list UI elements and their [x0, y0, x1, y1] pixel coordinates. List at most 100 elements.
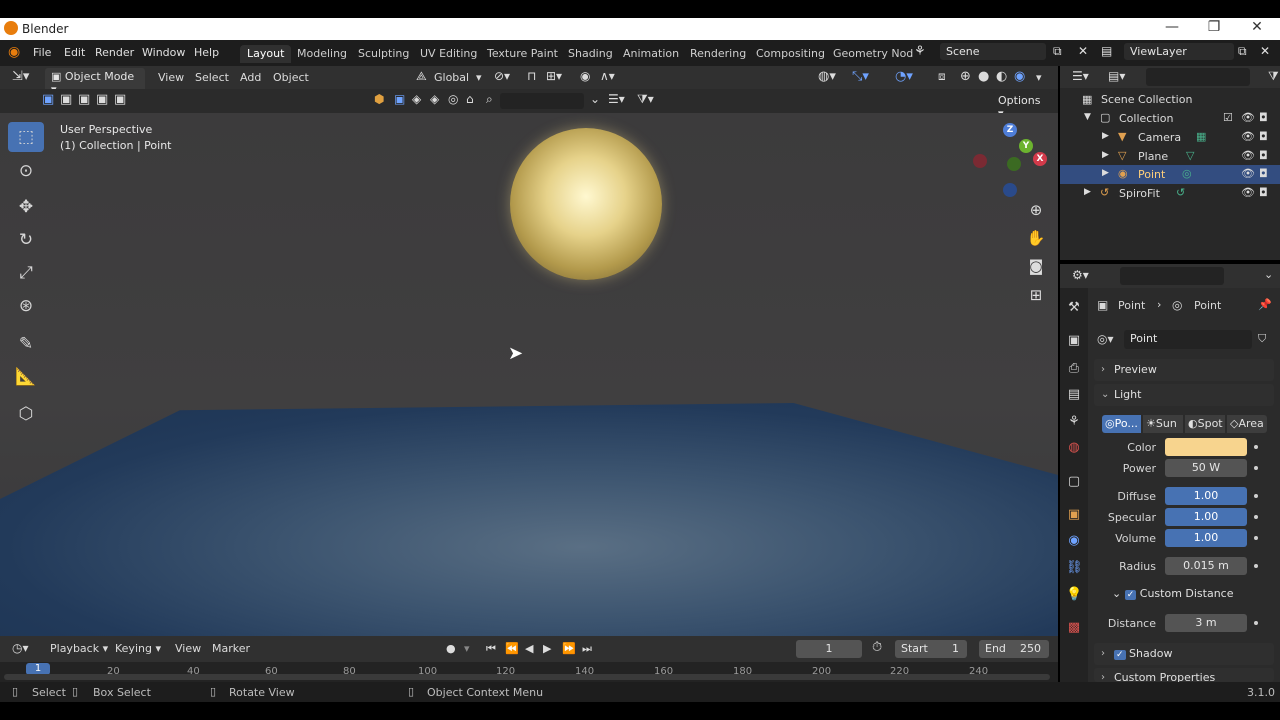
outliner-row-spirofit[interactable]: ▶ ↺ SpiroFit ↺ 👁 ◘ — [1060, 184, 1280, 203]
camera-view-icon[interactable]: ◙ — [1025, 257, 1047, 279]
tab-geometry-nodes[interactable]: Geometry Nod — [826, 45, 920, 63]
close-button[interactable]: ✕ — [1237, 19, 1277, 39]
timeline-editor-icon[interactable]: ◷▾ — [12, 641, 29, 655]
orientation-selector[interactable]: Global — [434, 71, 469, 84]
properties-menu-icon[interactable]: ⌄ — [1264, 268, 1273, 281]
filter-mesh-icon[interactable]: ◈ — [412, 92, 421, 106]
view-layer-selector[interactable]: ViewLayer — [1124, 43, 1234, 60]
object-tab-icon[interactable]: ▣ — [1066, 507, 1082, 523]
measure-tool-icon[interactable]: 📐 — [8, 362, 44, 392]
tab-rendering[interactable]: Rendering — [683, 45, 753, 63]
menu-help[interactable]: Help — [194, 46, 219, 59]
material-shading-icon[interactable]: ◐ — [996, 69, 1007, 84]
overlay-toggle-icon[interactable]: ◔▾ — [895, 69, 913, 84]
outliner-editor-icon[interactable]: ☰▾ — [1072, 69, 1089, 83]
menu-playback[interactable]: Playback ▾ — [50, 642, 108, 655]
rotate-tool-icon[interactable]: ↻ — [8, 225, 44, 255]
new-view-layer-icon[interactable]: ⧉ — [1238, 44, 1247, 59]
pivot-icon[interactable]: ⊘▾ — [494, 69, 510, 83]
tab-modeling[interactable]: Modeling — [290, 45, 354, 63]
funnel-icon[interactable]: ⧩▾ — [637, 92, 654, 107]
tab-compositing[interactable]: Compositing — [749, 45, 832, 63]
tab-texture-paint[interactable]: Texture Paint — [480, 45, 565, 63]
filter-world-icon[interactable]: ◎ — [448, 92, 458, 106]
gizmo-neg-y-icon[interactable] — [1007, 157, 1021, 171]
properties-editor-icon[interactable]: ⚙▾ — [1072, 268, 1089, 282]
prev-keyframe-icon[interactable]: ⏪ — [505, 642, 519, 655]
filter-other-icon[interactable]: ⌂ — [466, 92, 474, 106]
keyframe-dot[interactable] — [1254, 564, 1258, 568]
stopwatch-icon[interactable]: ⏱ — [872, 640, 882, 655]
select-intersect-icon[interactable]: ▣ — [114, 92, 126, 107]
distance-field[interactable]: 3 m — [1165, 614, 1247, 632]
sort-icon[interactable]: ☰▾ — [608, 92, 625, 106]
expand-chevron-icon[interactable]: ▶ — [1102, 131, 1109, 141]
outliner-row-plane[interactable]: ▶ ▽ Plane ▽ 👁 ◘ — [1060, 147, 1280, 166]
texture-tab-icon[interactable]: ▩ — [1066, 620, 1082, 636]
remove-view-layer-icon[interactable]: ✕ — [1260, 44, 1270, 58]
volume-slider[interactable]: 1.00 — [1165, 529, 1247, 547]
custom-properties-section[interactable]: › Custom Properties — [1094, 668, 1274, 682]
xray-icon[interactable]: ⧈ — [938, 69, 946, 84]
filter-selectable-icon[interactable]: ▣ — [394, 92, 405, 106]
render-camera-icon[interactable]: ◘ — [1259, 130, 1268, 143]
select-subtract-icon[interactable]: ▣ — [78, 92, 90, 107]
jump-start-icon[interactable]: ⏮ — [486, 642, 496, 656]
light-type-point-button[interactable]: ◎Po... — [1102, 415, 1141, 433]
minimize-button[interactable]: — — [1152, 19, 1192, 39]
properties-search-input[interactable] — [1120, 267, 1224, 285]
light-data-tab-icon[interactable]: 💡 — [1066, 587, 1082, 603]
datablock-type-icon[interactable]: ◎▾ — [1097, 332, 1114, 346]
scene-tab-icon[interactable]: ⚘ — [1066, 414, 1082, 430]
diffuse-slider[interactable]: 1.00 — [1165, 487, 1247, 505]
jump-end-icon[interactable]: ⏭ — [582, 642, 592, 656]
current-frame-field[interactable]: 1 — [796, 640, 862, 658]
scene-selector[interactable]: Scene — [940, 43, 1046, 60]
tab-shading[interactable]: Shading — [561, 45, 620, 63]
spirofit-sphere[interactable] — [510, 128, 662, 280]
display-mode-icon[interactable]: ▤▾ — [1108, 69, 1125, 83]
filter-light-icon[interactable]: ◈ — [430, 92, 439, 106]
tool-tab-icon[interactable]: ⚒ — [1066, 300, 1082, 316]
new-scene-icon[interactable]: ⧉ — [1053, 44, 1062, 59]
expand-chevron-icon[interactable]: ▶ — [1102, 150, 1109, 160]
add-cube-tool-icon[interactable]: ⬡ — [8, 399, 44, 429]
tab-sculpting[interactable]: Sculpting — [351, 45, 416, 63]
exclude-checkbox[interactable]: ☑ — [1223, 111, 1233, 124]
menu-render[interactable]: Render — [95, 46, 134, 59]
expand-chevron-icon[interactable]: ▶ — [1102, 168, 1109, 178]
move-tool-icon[interactable]: ✥ — [8, 192, 44, 222]
collection-tab-icon[interactable]: ▢ — [1066, 474, 1082, 490]
fake-user-shield-icon[interactable]: ⛉ — [1258, 332, 1266, 346]
world-tab-icon[interactable]: ◍ — [1066, 440, 1082, 456]
outliner-search-input[interactable] — [1146, 68, 1250, 86]
object-type-icon[interactable]: ⬢ — [374, 92, 384, 106]
scale-tool-icon[interactable]: ⤢ — [8, 258, 44, 288]
render-camera-icon[interactable]: ◘ — [1259, 149, 1268, 162]
view-layer-tab-icon[interactable]: ▤ — [1066, 387, 1082, 403]
shading-dropdown-icon[interactable]: ▾ — [1036, 71, 1042, 84]
shadow-checkbox[interactable]: ✓ — [1114, 650, 1126, 660]
zoom-icon[interactable]: ⊕ — [1025, 201, 1047, 223]
menu-timeline-view[interactable]: View — [175, 642, 201, 655]
tab-layout[interactable]: Layout — [240, 45, 292, 63]
custom-distance-subpanel[interactable]: ⌄ ✓ Custom Distance — [1112, 587, 1262, 603]
snap-icon[interactable]: ⊓ — [527, 69, 536, 83]
ortho-toggle-icon[interactable]: ⊞ — [1025, 286, 1047, 308]
menu-select[interactable]: Select — [195, 71, 229, 84]
solid-shading-icon[interactable]: ● — [978, 69, 989, 84]
falloff-icon[interactable]: ∧▾ — [600, 69, 615, 83]
keyframe-dot[interactable] — [1254, 536, 1258, 540]
record-icon[interactable]: ● — [446, 642, 456, 655]
power-field[interactable]: 50 W — [1165, 459, 1247, 477]
select-box-tool-icon[interactable]: ⬚ — [8, 122, 44, 152]
render-camera-icon[interactable]: ◘ — [1259, 186, 1268, 199]
keyframe-dot[interactable] — [1254, 515, 1258, 519]
record-dropdown-icon[interactable]: ▾ — [464, 642, 470, 655]
start-frame-field[interactable]: Start 1 — [895, 640, 967, 658]
transform-tool-icon[interactable]: ⊛ — [8, 291, 44, 321]
expand-chevron-icon[interactable]: ▼ — [1084, 112, 1091, 122]
keyframe-dot[interactable] — [1254, 445, 1258, 449]
remove-scene-icon[interactable]: ✕ — [1078, 44, 1088, 58]
outliner-filter-icon[interactable]: ⧩ — [1268, 69, 1279, 84]
